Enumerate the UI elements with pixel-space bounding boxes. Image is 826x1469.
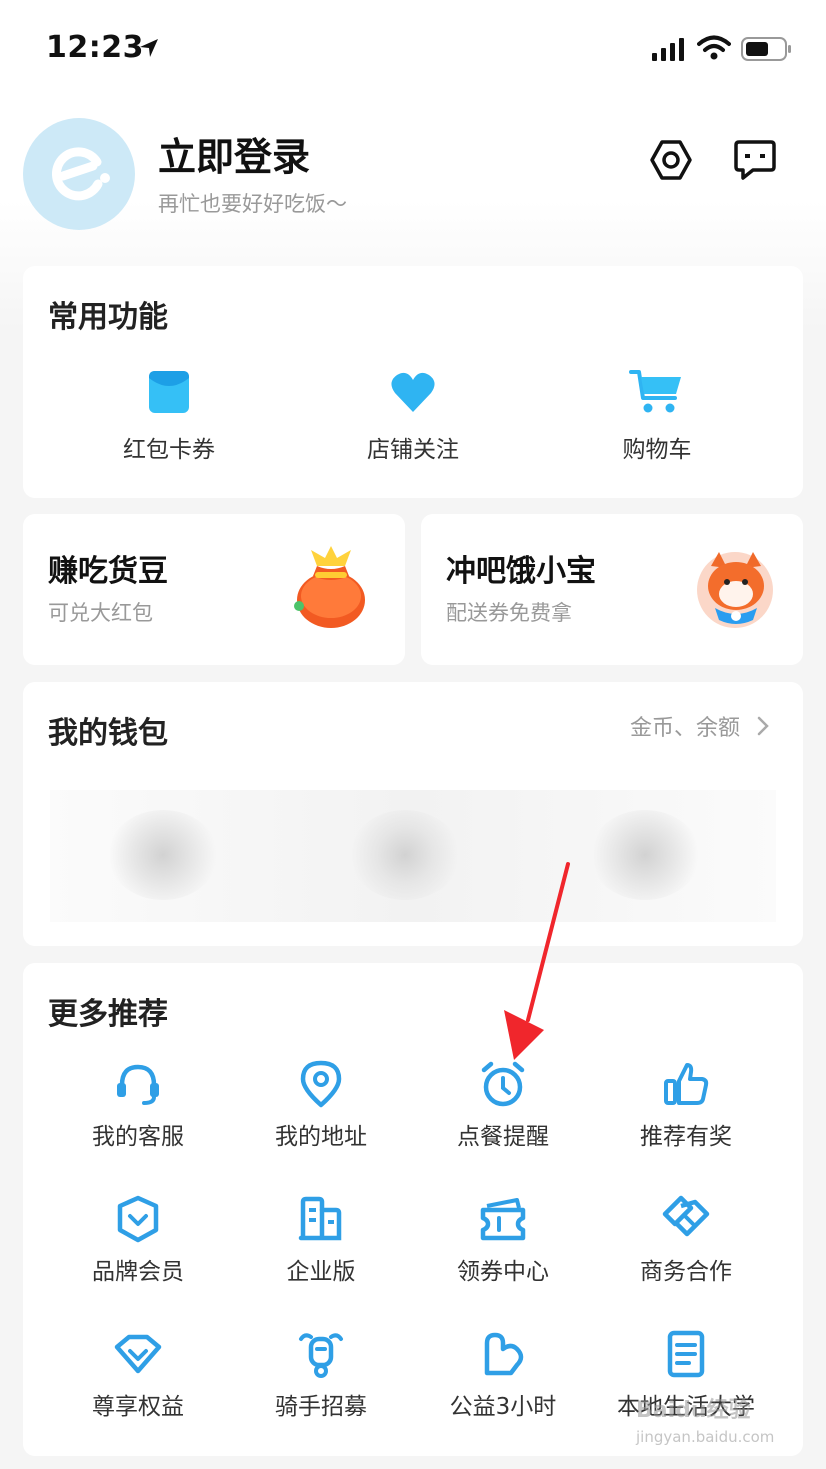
rec-item-label: 尊享权益 [92,1394,184,1420]
common-functions-card: 常用功能 红包卡券 店铺关注 购物车 [23,266,803,498]
login-subtitle: 再忙也要好好吃饭～ [158,192,347,216]
rec-item-rider-recruit[interactable]: 骑手招募 [231,1329,411,1421]
rec-item-customer-service[interactable]: 我的客服 [48,1059,228,1151]
watermark-url: jingyan.baidu.com [636,1428,775,1446]
document-icon [667,1330,705,1378]
status-time: 12:23 [46,30,144,65]
red-packet-icon [149,371,189,413]
rec-item-referral-reward[interactable]: 推荐有奖 [596,1059,776,1151]
diamond-icon [114,1334,162,1374]
promo-card-mascot[interactable]: 冲吧饿小宝 配送券免费拿 [421,514,803,665]
rec-item-label: 企业版 [286,1259,356,1285]
rec-item-brand-member[interactable]: 品牌会员 [48,1194,228,1286]
rec-item-enterprise[interactable]: 企业版 [231,1194,411,1286]
func-item-label: 店铺关注 [367,437,459,463]
rec-item-exclusive-rights[interactable]: 尊享权益 [48,1329,228,1421]
rec-item-label: 推荐有奖 [640,1124,732,1150]
rec-item-coupon-center[interactable]: 领券中心 [413,1194,593,1286]
func-item-label: 购物车 [622,437,692,463]
rec-item-label: 我的客服 [92,1124,184,1150]
promo-subtitle: 可兑大红包 [48,601,153,625]
shopping-cart-icon [629,370,681,413]
coupon-icon [480,1198,526,1241]
promo-title: 冲吧饿小宝 [446,554,596,589]
rider-scooter-icon [299,1333,343,1378]
avatar[interactable] [23,118,135,230]
rec-item-address[interactable]: 我的地址 [231,1059,411,1151]
annotation-arrow-icon [504,862,570,1060]
promo-subtitle: 配送券免费拿 [446,601,572,625]
wallet-link[interactable]: 金币、余额 [630,710,771,742]
more-recommendations-card: 更多推荐 我的客服 我的地址 点餐提醒 推荐有奖 品牌会员 企业版 领券中心 商… [23,963,803,1456]
more-recommendations-title: 更多推荐 [48,997,168,1032]
blurred-balance [350,810,460,900]
charity-hand-icon [484,1332,524,1376]
func-item-red-packet[interactable]: 红包卡券 [94,368,244,464]
headset-icon [117,1064,159,1105]
func-item-shopping-cart[interactable]: 购物车 [582,368,732,464]
rec-item-label: 我的地址 [275,1124,367,1150]
thumbs-up-icon [664,1063,709,1105]
lucky-bag-icon [294,546,365,628]
func-item-label: 红包卡券 [123,437,215,463]
battery-icon [741,37,791,61]
rec-item-label: 品牌会员 [92,1259,184,1285]
location-pin-icon [300,1060,342,1108]
wallet-link-text: 金币、余额 [630,716,741,741]
promo-title: 赚吃货豆 [48,554,168,589]
shiba-mascot-icon [697,552,773,628]
rec-item-label: 公益3小时 [449,1394,557,1420]
building-icon [298,1196,342,1241]
promo-card-beans[interactable]: 赚吃货豆 可兑大红包 [23,514,405,665]
message-icon[interactable] [733,138,777,182]
common-functions-title: 常用功能 [48,300,168,335]
login-title[interactable]: 立即登录 [158,126,310,181]
rec-item-charity[interactable]: 公益3小时 [413,1329,593,1421]
blurred-balance [108,810,218,900]
rec-item-business-cooperation[interactable]: 商务合作 [596,1194,776,1286]
shield-chevron-icon [117,1195,159,1243]
rec-item-label: 商务合作 [640,1259,732,1285]
wallet-title: 我的钱包 [48,716,168,751]
cellular-signal-icon [652,38,684,61]
rec-item-label: 骑手招募 [275,1394,367,1420]
rec-item-meal-reminder[interactable]: 点餐提醒 [413,1059,593,1151]
location-arrow-icon [140,39,158,57]
wifi-icon [697,35,731,60]
func-item-followed-shops[interactable]: 店铺关注 [338,368,488,464]
heart-icon [391,372,435,412]
handshake-icon [662,1195,710,1237]
rec-item-label: 点餐提醒 [457,1124,549,1150]
blurred-balance [590,810,700,900]
watermark-logo: Baidu经验 [636,1398,751,1423]
status-bar: 12:23 [0,0,826,100]
settings-icon[interactable] [649,138,693,182]
rec-item-label: 领券中心 [457,1259,549,1285]
chevron-right-icon [757,716,769,736]
wallet-blurred-content [50,790,776,922]
eleme-logo-icon [52,147,110,201]
